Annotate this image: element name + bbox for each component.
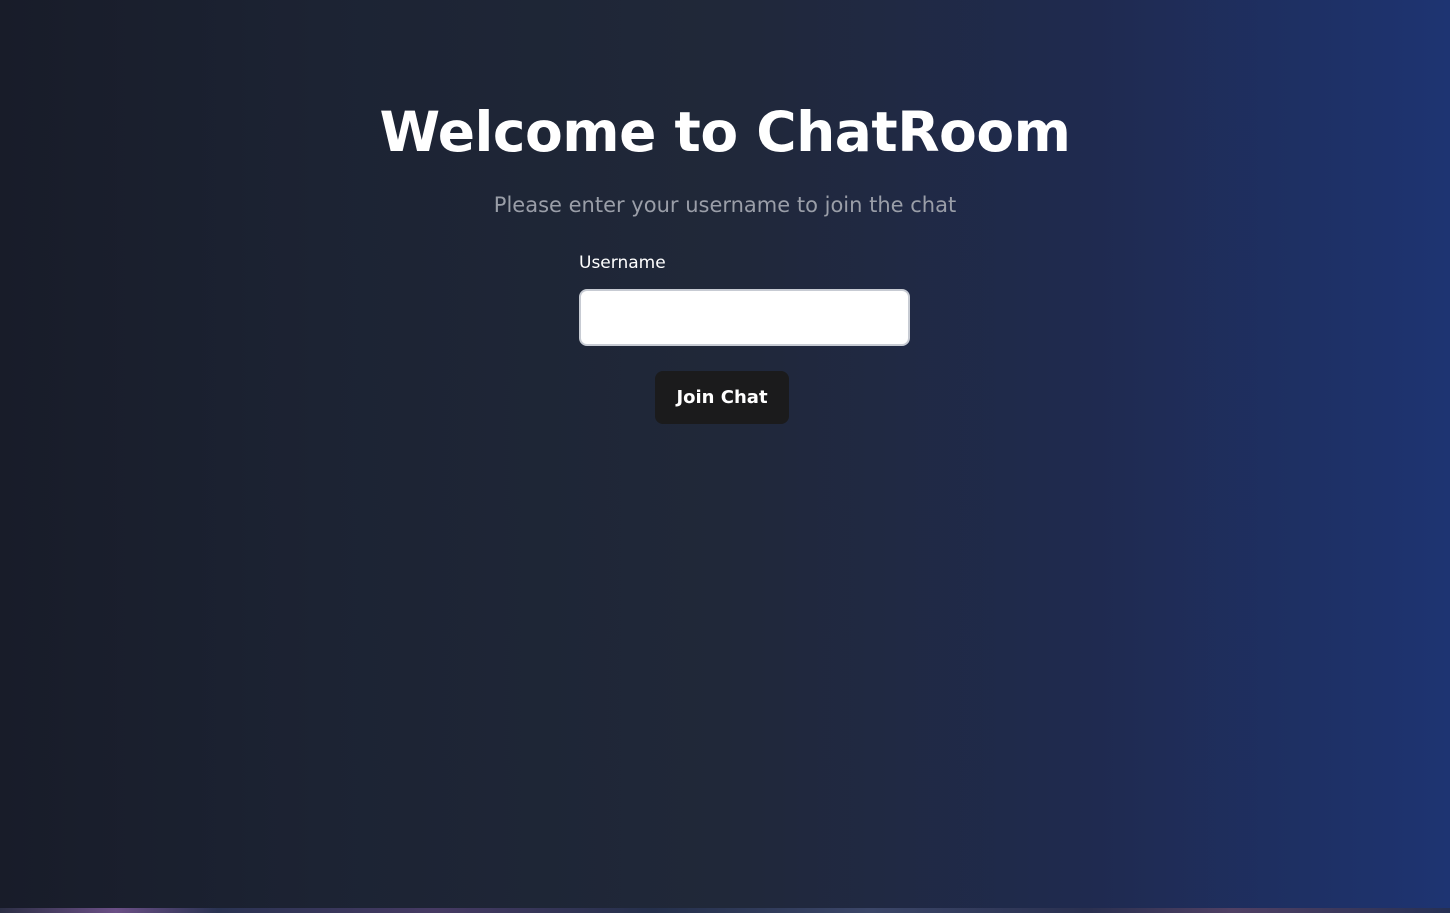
join-page: Welcome to ChatRoom Please enter your us… xyxy=(0,0,1450,908)
page-subtitle: Please enter your username to join the c… xyxy=(493,193,957,217)
join-chat-button[interactable]: Join Chat xyxy=(655,371,789,424)
page-title: Welcome to ChatRoom xyxy=(379,100,1071,164)
background-edge-strip xyxy=(0,908,1450,913)
username-input[interactable] xyxy=(579,289,910,346)
username-label: Username xyxy=(579,253,666,273)
join-form: Username xyxy=(579,250,911,346)
